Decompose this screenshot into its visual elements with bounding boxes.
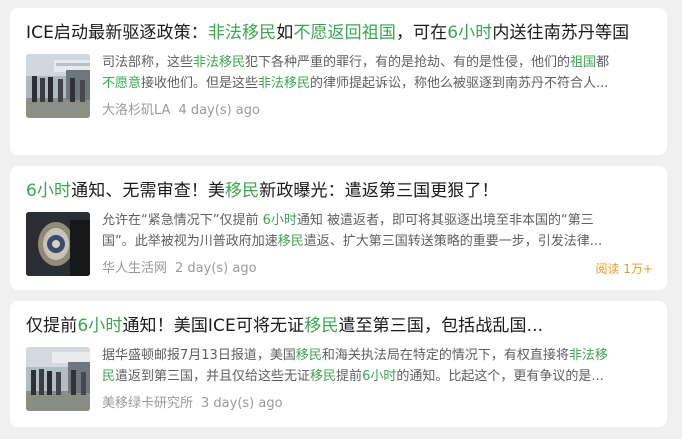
article-title[interactable]: 仅提前6小时通知！美国ICE可将无证移民遣至第三国，包括战乱国... [26,313,653,339]
article-title[interactable]: ICE启动最新驱逐政策：非法移民如不愿返回祖国，可在6小时内送往南苏丹等国 [26,20,653,46]
news-card[interactable]: 6小时通知、无需审查！美移民新政曝光：遣返第三国更狠了！ 允许在“紧急情况下”仅… [10,166,667,290]
article-summary: 司法部称，这些非法移民犯下各种严重的罪行，有的是抢劫、有的是性侵，他们的祖国都 … [102,52,653,94]
text-segment: 遣返到第三国，并且仅给这些无证 [115,369,311,384]
text-segment: 国”。此举被视为川普政府加速 [102,234,278,249]
text-segment: 遣至第三国，包括战乱国... [338,316,544,336]
text-segment: 和海关执法局在特定的情况下，有权直接将 [321,348,569,363]
text-segment: 仅提前 [26,316,78,336]
text-segment: 的通知。比起这个，更有争议的是... [396,369,604,384]
article-summary: 允许在“紧急情况下”仅提前 6小时通知 被遣返者，即可将其驱逐出境至非本国的“第… [102,210,653,252]
text-segment: 允许在“紧急情况下”仅提前 [102,213,263,228]
text-segment: 新政曝光：遣返第三国更狠了！ [259,181,499,201]
highlight-keyword: 6小时 [77,316,123,336]
highlight-keyword: 不愿返回祖国 [293,23,396,43]
deportation-photo-thumbnail[interactable] [26,54,90,118]
news-list: ICE启动最新驱逐政策：非法移民如不愿返回祖国，可在6小时内送往南苏丹等国 司法… [0,0,682,439]
text-segment: 的律师提起诉讼，称他么被驱逐到南苏丹不符合人... [310,76,609,91]
text-segment: 司法部称，这些 [102,55,194,70]
text-segment: 都 [596,55,610,70]
highlight-keyword: 非法移民 [258,76,311,91]
highlight-keyword: 移民 [304,316,339,336]
source-label[interactable]: 华人生活网 [102,261,167,276]
highlight-keyword: 非法移民 [207,23,277,43]
timestamp: 3 day(s) ago [201,396,283,411]
news-card[interactable]: 仅提前6小时通知！美国ICE可将无证移民遣至第三国，包括战乱国... 据华盛顿邮… [10,301,667,427]
text-segment: 通知！美国ICE可将无证 [122,316,305,336]
deportation-photo-thumbnail[interactable] [26,347,90,411]
source-label[interactable]: 大洛杉矶LA [102,103,170,118]
timestamp: 2 day(s) ago [175,261,257,276]
highlight-keyword: 6小时 [26,181,72,201]
text-segment: 如 [276,23,294,43]
text-segment: 接收他们。但是这些 [141,76,259,91]
highlight-keyword: 6小时 [447,23,493,43]
highlight-keyword: 移民 [295,348,322,363]
text-segment: 内送往南苏丹等国 [492,23,630,43]
highlight-keyword: 6小时 [262,213,297,228]
article-meta: 美移绿卡研究所 3 day(s) ago [102,395,653,413]
text-segment: ，可在 [395,23,448,43]
highlight-keyword: 民 [102,369,116,384]
article-title[interactable]: 6小时通知、无需审查！美移民新政曝光：遣返第三国更狠了！ [26,178,653,204]
highlight-keyword: 非法移民 [193,55,246,70]
article-meta: 大洛杉矶LA 4 day(s) ago [102,102,653,120]
text-segment: 犯下各种严重的罪行，有的是抢劫、有的是性侵，他们的 [245,55,571,70]
read-count: 阅读 1万+ [595,262,653,276]
highlight-keyword: 非法移 [568,348,608,363]
article-summary: 据华盛顿邮报7月13日报道，美国移民和海关执法局在特定的情况下，有权直接将非法移… [102,345,653,387]
text-segment: 据华盛顿邮报7月13日报道，美国 [102,348,296,363]
article-meta: 华人生活网 2 day(s) ago 阅读 1万+ [102,260,653,278]
news-card[interactable]: ICE启动最新驱逐政策：非法移民如不愿返回祖国，可在6小时内送往南苏丹等国 司法… [10,8,667,155]
highlight-keyword: 不愿意 [102,76,142,91]
highlight-keyword: 移民 [277,234,304,249]
highlight-keyword: 移民 [225,181,260,201]
highlight-keyword: 6小时 [362,369,397,384]
text-segment: 通知 被遣返者，即可将其驱逐出境至非本国的“第三 [296,213,594,228]
text-segment: 提前 [336,369,363,384]
source-label[interactable]: 美移绿卡研究所 [102,396,193,411]
highlight-keyword: 移民 [310,369,337,384]
text-segment: 遣返、扩大第三国转送策略的重要一步，引发法律... [303,234,603,249]
timestamp: 4 day(s) ago [178,103,260,118]
highlight-keyword: 祖国 [570,55,597,70]
text-segment: 通知、无需审查！美 [71,181,226,201]
text-segment: ICE启动最新驱逐政策： [26,23,208,43]
ice-badge-thumbnail[interactable] [26,212,90,276]
